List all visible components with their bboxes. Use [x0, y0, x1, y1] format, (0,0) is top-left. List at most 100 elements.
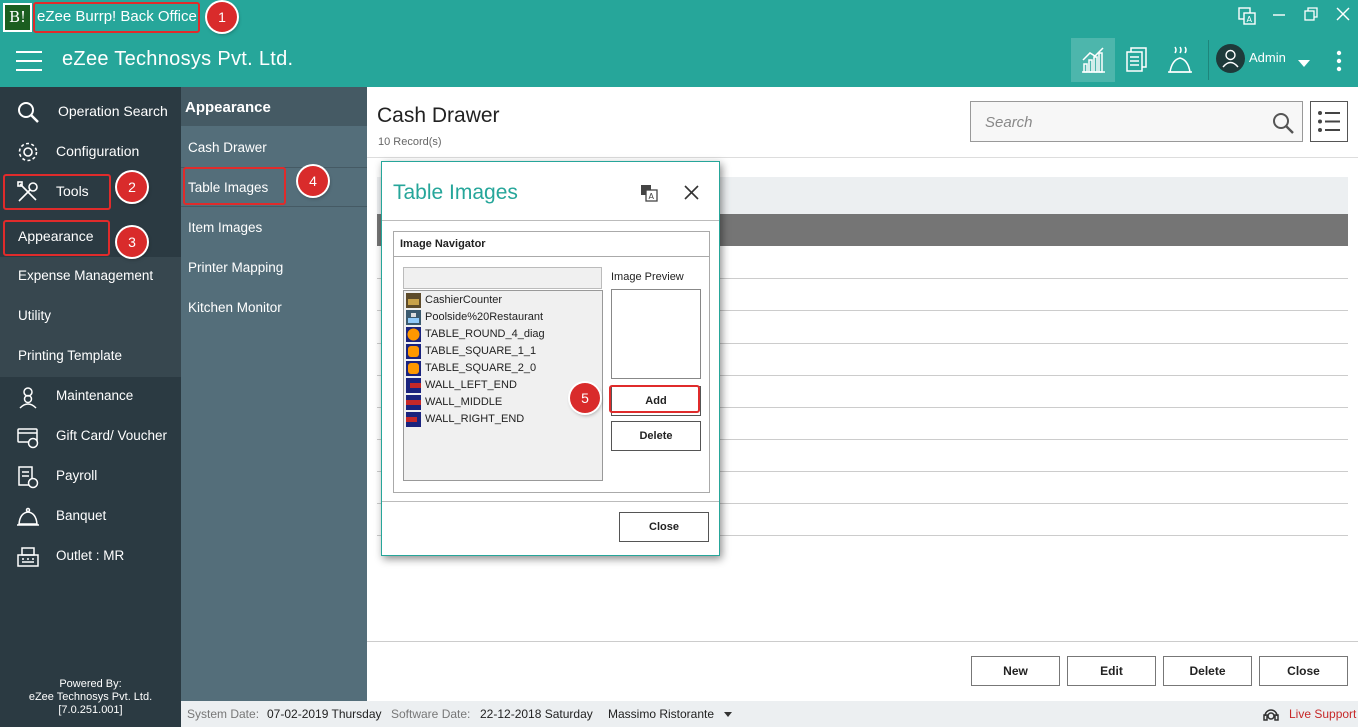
list-item[interactable]: CashierCounter	[405, 292, 601, 309]
close-button[interactable]: Close	[1259, 656, 1348, 686]
submenu-item-cash-drawer[interactable]: Cash Drawer	[188, 140, 267, 155]
dialog-title: Table Images	[393, 181, 518, 204]
sidebar-item-label: Payroll	[56, 468, 98, 483]
search-icon	[18, 102, 39, 123]
close-icon[interactable]	[684, 185, 699, 200]
close-button[interactable]: Close	[619, 512, 709, 542]
list-item[interactable]: TABLE_SQUARE_1_1	[405, 343, 601, 360]
table-round-thumbnail	[406, 327, 421, 342]
highlight-box	[3, 174, 111, 210]
chevron-down-icon[interactable]	[1298, 56, 1310, 71]
step-marker: 5	[570, 383, 600, 413]
sidebar-item-expense-management[interactable]: Expense Management	[0, 257, 181, 297]
step-marker: 3	[117, 227, 147, 257]
search-input[interactable]: Search	[970, 101, 1303, 142]
delete-button[interactable]: Delete	[1163, 656, 1252, 686]
powered-by-company: eZee Technosys Pvt. Ltd.	[28, 691, 153, 703]
svg-text:A: A	[1247, 15, 1253, 24]
list-item-label: Poolside%20Restaurant	[425, 311, 544, 323]
list-item-label: WALL_MIDDLE	[425, 396, 503, 408]
sidebar-item-maintenance[interactable]: Maintenance	[0, 377, 181, 417]
header-divider	[1208, 40, 1209, 80]
kitchen-icon[interactable]	[1158, 38, 1202, 82]
image-navigator-group: Image Navigator CashierCounter Poolside%…	[393, 231, 710, 493]
search-placeholder: Search	[985, 114, 1033, 131]
submenu-item-printer-mapping[interactable]: Printer Mapping	[188, 260, 283, 275]
search-icon[interactable]	[1272, 112, 1294, 134]
dashboard-chart-icon[interactable]	[1071, 38, 1115, 82]
user-name[interactable]: Admin	[1249, 50, 1286, 65]
app-logo: B!	[3, 3, 32, 32]
translate-icon[interactable]: A	[640, 184, 658, 202]
sidebar-item-utility[interactable]: Utility	[0, 297, 181, 337]
image-list[interactable]: CashierCounter Poolside%20Restaurant TAB…	[403, 290, 603, 481]
translate-icon[interactable]: A	[1236, 7, 1258, 27]
outlet-select[interactable]: Massimo Ristorante	[608, 707, 714, 721]
image-filter-input[interactable]	[403, 267, 602, 289]
sidebar-item-label: Printing Template	[18, 348, 123, 363]
wall-thumbnail	[406, 412, 421, 427]
new-button[interactable]: New	[971, 656, 1060, 686]
payroll-icon	[18, 466, 39, 489]
highlight-box	[3, 220, 110, 256]
minimize-icon[interactable]	[1268, 7, 1290, 27]
list-view-icon[interactable]	[1310, 101, 1348, 142]
hamburger-menu-icon[interactable]	[16, 51, 42, 71]
title-bar: B! eZee Burrp! Back Office A	[0, 0, 1358, 34]
list-item-label: TABLE_SQUARE_1_1	[425, 345, 537, 357]
headset-icon[interactable]	[1262, 705, 1280, 723]
step-marker: 4	[298, 166, 328, 196]
sidebar-item-outlet[interactable]: Outlet : MR	[0, 537, 181, 577]
poolside-thumbnail	[406, 310, 421, 325]
sidebar-item-printing-template[interactable]: Printing Template	[0, 337, 181, 377]
table-square-thumbnail	[406, 344, 421, 359]
close-icon[interactable]	[1332, 7, 1354, 27]
app-header: eZee Technosys Pvt. Ltd. Admin	[0, 34, 1358, 87]
divider	[382, 220, 719, 221]
list-item[interactable]: TABLE_ROUND_4_diag	[405, 326, 601, 343]
list-item-label: WALL_LEFT_END	[425, 379, 517, 391]
sidebar-item-label: Maintenance	[56, 388, 134, 403]
record-count: 10 Record(s)	[378, 136, 442, 148]
page-title: Cash Drawer	[377, 104, 500, 127]
software-date-label: Software Date:	[391, 707, 471, 721]
powered-by-label: Powered By:	[59, 678, 122, 690]
sidebar-item-configuration[interactable]: Configuration	[0, 132, 181, 172]
step-marker: 2	[117, 172, 147, 202]
sidebar-item-payroll[interactable]: Payroll	[0, 457, 181, 497]
gift-card-icon	[17, 428, 39, 449]
sidebar-item-operation-search[interactable]: Operation Search	[0, 92, 181, 132]
live-support-link[interactable]: Live Support	[1289, 707, 1356, 721]
submenu-item-item-images[interactable]: Item Images	[188, 220, 262, 235]
sidebar-item-label: Configuration	[56, 143, 140, 159]
version-number: [7.0.251.001]	[58, 704, 123, 716]
chef-icon	[19, 387, 37, 409]
list-item-label: WALL_RIGHT_END	[425, 413, 525, 425]
highlight-box	[33, 2, 200, 33]
sidebar-item-label: Operation Search	[58, 103, 168, 119]
delete-button[interactable]: Delete	[611, 421, 701, 451]
avatar[interactable]	[1216, 44, 1245, 73]
restore-icon[interactable]	[1300, 7, 1322, 27]
table-images-dialog: Table Images A Image Navigator CashierCo…	[381, 161, 720, 556]
list-item-label: CashierCounter	[425, 294, 503, 306]
list-item[interactable]: Poolside%20Restaurant	[405, 309, 601, 326]
list-item[interactable]: WALL_RIGHT_END	[405, 411, 601, 428]
list-item-label: TABLE_ROUND_4_diag	[425, 328, 545, 340]
sidebar-item-gift-card[interactable]: Gift Card/ Voucher	[0, 417, 181, 457]
more-vertical-icon[interactable]	[1336, 50, 1342, 75]
submenu-item-kitchen-monitor[interactable]: Kitchen Monitor	[188, 300, 282, 315]
wall-thumbnail	[406, 395, 421, 410]
divider	[394, 256, 709, 257]
cash-register-icon	[17, 547, 39, 567]
list-item[interactable]: TABLE_SQUARE_2_0	[405, 360, 601, 377]
sidebar-item-banquet[interactable]: Banquet	[0, 497, 181, 537]
svg-text:A: A	[649, 192, 655, 201]
system-date: 07-02-2019 Thursday	[267, 707, 382, 721]
chevron-down-icon[interactable]	[724, 712, 732, 717]
edit-button[interactable]: Edit	[1067, 656, 1156, 686]
status-bar: System Date: 07-02-2019 Thursday Softwar…	[181, 701, 1358, 727]
list-item-label: TABLE_SQUARE_2_0	[425, 362, 537, 374]
sidebar-item-label: Expense Management	[18, 268, 154, 283]
reports-icon[interactable]	[1114, 38, 1158, 82]
